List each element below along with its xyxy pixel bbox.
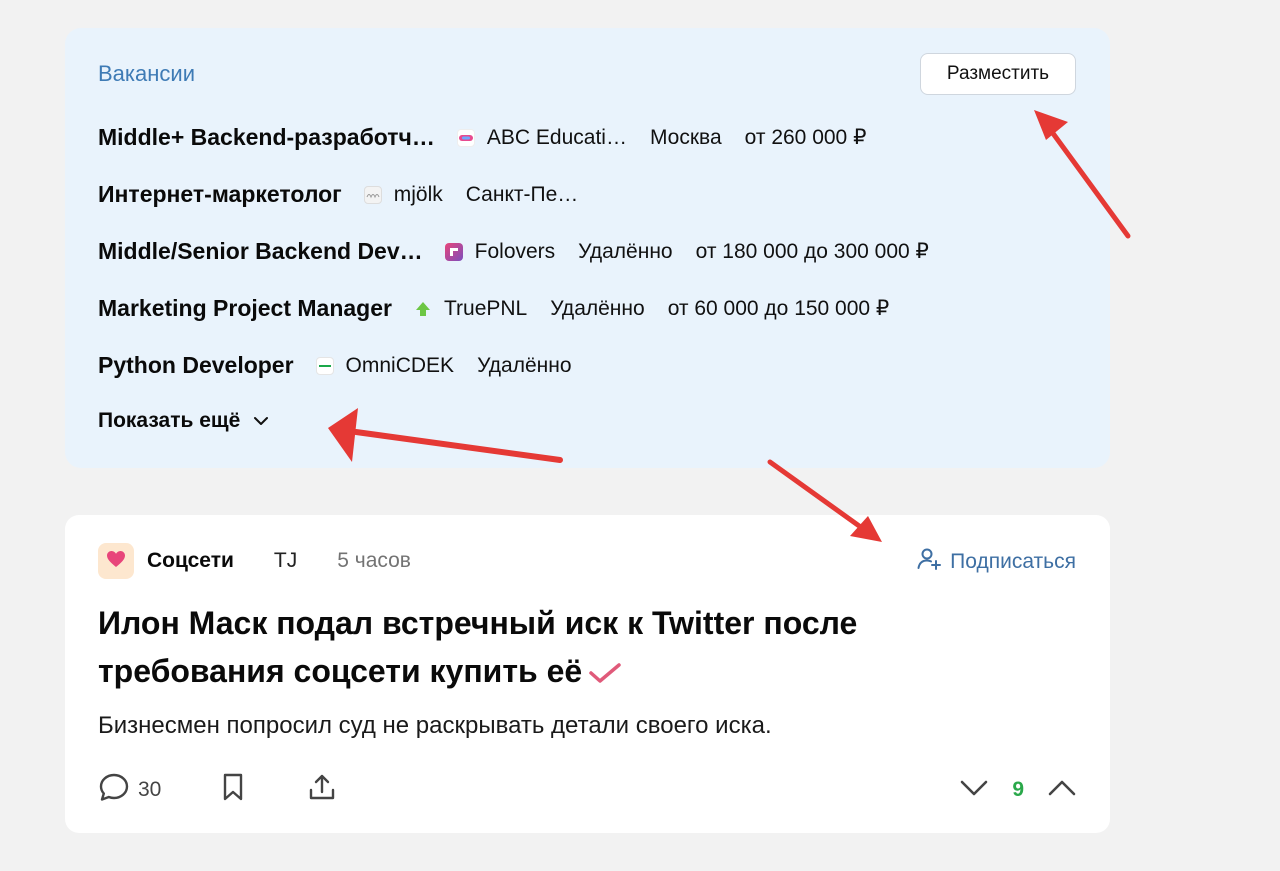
share-button[interactable]	[307, 772, 337, 808]
post-card: Соцсети TJ 5 часов Подписаться Илон Маск…	[65, 515, 1110, 833]
vacancy-item[interactable]: Middle/Senior Backend Dev… Folovers Удал…	[98, 223, 1078, 280]
post-footer: 30 9	[98, 773, 1078, 807]
vacancy-salary: от 180 000 до 300 000 ₽	[695, 240, 929, 263]
vacancy-company: TruePNL	[443, 296, 528, 320]
bookmark-button[interactable]	[219, 772, 247, 808]
vote-count: 9	[1012, 778, 1024, 801]
post-vacancy-button[interactable]: Разместить	[920, 53, 1076, 95]
vacancy-item[interactable]: Middle+ Backend-разработч… ABC Educati… …	[98, 109, 1078, 166]
subscribe-button[interactable]: Подписаться	[916, 546, 1076, 578]
chevron-down-icon	[252, 409, 270, 433]
add-user-icon	[916, 546, 942, 578]
vacancy-title[interactable]: Marketing Project Manager	[98, 295, 392, 322]
company-logo-icon	[444, 242, 463, 261]
show-more-label: Показать ещё	[98, 409, 241, 432]
company-logo-icon	[363, 185, 382, 204]
vacancies-widget: Вакансии Разместить Middle+ Backend-разр…	[65, 28, 1110, 468]
company-logo-icon	[414, 300, 432, 318]
post-title[interactable]: Илон Маск подал встречный иск к Twitter …	[98, 599, 978, 698]
vacancies-title[interactable]: Вакансии	[98, 61, 195, 87]
company-logo-icon	[456, 128, 475, 147]
vacancy-title[interactable]: Интернет-маркетолог	[98, 181, 342, 208]
post-time[interactable]: 5 часов	[337, 549, 411, 573]
check-icon	[588, 650, 622, 698]
post-title-text: Илон Маск подал встречный иск к Twitter …	[98, 605, 858, 689]
post-lead: Бизнесмен попросил суд не раскрывать дет…	[98, 712, 772, 739]
vacancy-salary: от 260 000 ₽	[744, 126, 867, 149]
company-logo-icon	[315, 356, 334, 375]
subsite-name[interactable]: Соцсети	[147, 549, 234, 573]
share-icon	[307, 772, 337, 808]
upvote-icon[interactable]	[1046, 776, 1078, 805]
subscribe-label: Подписаться	[950, 550, 1076, 573]
post-header: Соцсети TJ 5 часов	[98, 543, 411, 579]
vacancy-title[interactable]: Middle/Senior Backend Dev…	[98, 238, 423, 265]
bookmark-icon	[219, 772, 247, 808]
vacancy-city: Удалённо	[550, 296, 645, 320]
vacancy-company: OmniCDEK	[345, 353, 455, 377]
vacancy-list: Middle+ Backend-разработч… ABC Educati… …	[98, 109, 1078, 394]
heart-icon	[106, 550, 126, 573]
vacancy-city: Москва	[649, 125, 722, 149]
vacancy-salary: от 60 000 до 150 000 ₽	[667, 297, 890, 320]
vacancy-item[interactable]: Интернет-маркетолог mjölk Санкт-Пе…	[98, 166, 1078, 223]
vote-control: 9	[958, 776, 1078, 805]
post-author[interactable]: TJ	[274, 549, 297, 573]
vacancy-title[interactable]: Middle+ Backend-разработч…	[98, 124, 435, 151]
vacancy-item[interactable]: Marketing Project Manager TruePNL Удалён…	[98, 280, 1078, 337]
vacancy-city: Санкт-Пе…	[465, 182, 579, 206]
vacancy-item[interactable]: Python Developer OmniCDEK Удалённо	[98, 337, 1078, 394]
vacancy-city: Удалённо	[578, 239, 673, 263]
comment-icon	[98, 772, 130, 808]
vacancy-city: Удалённо	[477, 353, 572, 377]
vacancy-company: ABC Educati…	[486, 125, 627, 149]
subsite-avatar[interactable]	[98, 543, 134, 579]
vacancy-title[interactable]: Python Developer	[98, 352, 294, 379]
show-more-button[interactable]: Показать ещё	[98, 409, 270, 433]
comments-button[interactable]: 30	[98, 772, 161, 808]
vacancy-company: mjölk	[393, 182, 443, 206]
comments-count: 30	[138, 778, 162, 801]
vacancy-company: Folovers	[474, 239, 556, 263]
downvote-icon[interactable]	[958, 776, 990, 805]
